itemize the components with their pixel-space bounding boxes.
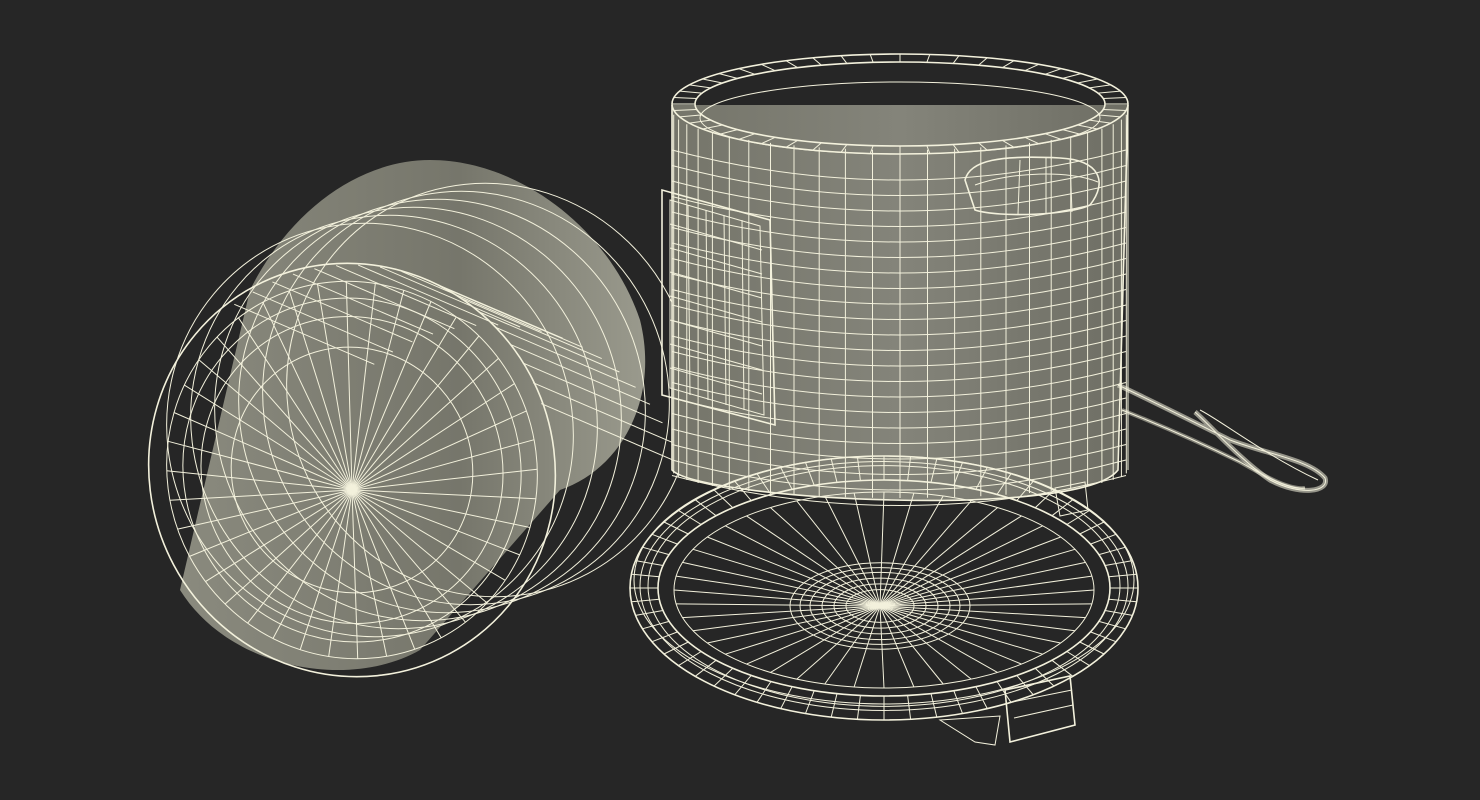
wire-line: [738, 68, 756, 75]
wire-line: [1103, 97, 1127, 99]
wire-line: [676, 575, 881, 607]
wire-line: [856, 695, 861, 720]
wire-line: [1098, 546, 1126, 556]
wire-line: [785, 60, 798, 69]
wire-line: [879, 589, 1095, 607]
wire-line: [952, 55, 960, 64]
cooker-base: [661, 53, 1129, 517]
wire-line: [1097, 90, 1121, 94]
wire-line: [642, 546, 670, 556]
wire-line: [879, 605, 1043, 655]
wire-line: [975, 686, 988, 709]
wire-line: [1089, 84, 1111, 89]
wire-line: [760, 63, 776, 72]
wire-line: [689, 84, 711, 89]
render-viewport: [0, 0, 1480, 800]
wire-line: [1108, 598, 1137, 603]
wire-line: [1098, 620, 1126, 630]
wire-line: [796, 605, 881, 680]
wire-line: [930, 693, 938, 718]
power-cord: [1116, 382, 1328, 493]
wire-line: [879, 575, 1092, 607]
wire-line: [718, 73, 738, 79]
wire-line: [830, 693, 838, 718]
wire-line: [869, 54, 874, 63]
wire-line: [879, 605, 944, 685]
wire-line: [1062, 73, 1082, 79]
wire-line: [1105, 560, 1133, 566]
wire-line: [953, 690, 963, 714]
wire-line: [631, 573, 660, 578]
wire-line: [812, 57, 822, 66]
wire-line: [926, 54, 931, 63]
wire-line: [879, 605, 1086, 619]
wire-line: [1044, 68, 1062, 75]
wire-line: [1108, 573, 1137, 578]
wire-line: [879, 515, 1022, 607]
wire-line: [879, 491, 885, 607]
wire-line: [780, 686, 793, 709]
wireframe-render: [147, 53, 1328, 746]
wire-line: [978, 57, 988, 66]
wire-line: [907, 695, 912, 720]
wire-line: [631, 598, 660, 603]
lid: [629, 455, 1139, 746]
wire-line: [879, 603, 1092, 607]
wire-line: [1002, 60, 1015, 69]
wire-line: [805, 690, 815, 714]
wire-line: [702, 78, 723, 84]
wire-line: [879, 500, 972, 607]
lid-inner-surface: [657, 479, 1111, 697]
wire-line: [676, 603, 881, 607]
wire-line: [840, 55, 848, 64]
wire-line: [1024, 63, 1040, 72]
wire-line: [996, 681, 1012, 703]
wire-line: [673, 589, 881, 607]
wire-line: [1105, 610, 1133, 616]
wire-line: [879, 605, 885, 689]
wire-line: [635, 560, 663, 566]
wire-line: [642, 620, 670, 630]
wire-line: [635, 610, 663, 616]
wire-line: [879, 605, 972, 680]
wire-line: [1077, 78, 1098, 84]
wire-line: [673, 97, 697, 99]
wire-line: [679, 90, 703, 94]
wire-line: [682, 605, 881, 619]
wire-line: [756, 681, 772, 703]
